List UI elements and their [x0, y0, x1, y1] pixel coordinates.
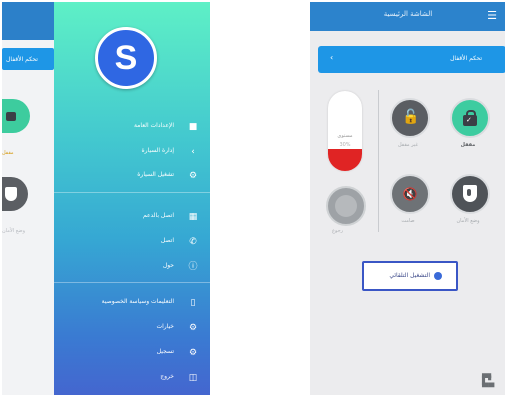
status-dot-icon	[434, 272, 442, 280]
right-phone-screen: الشاشة الرئيسية ☰ تحكم الأقفال ‹ مستوى 3…	[310, 2, 505, 395]
brand-logo-icon: ▄▖ ▌▘ ▀▀	[482, 369, 495, 392]
mute-button[interactable]: 🔇	[390, 174, 430, 214]
behind-lock-label: مقفل	[2, 150, 14, 156]
shield-icon	[462, 185, 478, 203]
lock-control-card[interactable]: تحكم الأقفال ‹	[318, 46, 505, 73]
knob-icon	[335, 195, 357, 217]
volume-fill	[328, 149, 362, 171]
knob-button[interactable]	[326, 186, 366, 226]
knob-label: رجوع	[332, 228, 344, 234]
drawer-menu-label: إدارة السيارة	[141, 147, 174, 154]
chevron-icon: ‹	[330, 53, 334, 62]
volume-value: 30%	[339, 142, 351, 148]
drawer-menu-item[interactable]: اتصل بالدعم ▦	[54, 209, 210, 225]
behind-shield-label: وضع الأمان	[2, 228, 26, 234]
info-icon: ⓘ	[188, 262, 198, 272]
settings-icon: ⚙	[188, 348, 198, 358]
unlock-button[interactable]: 🔓	[390, 98, 430, 138]
car-icon: ‹	[191, 147, 195, 157]
menu-icon[interactable]: ☰	[486, 9, 498, 23]
behind-card-label: تحکم الأقفال	[6, 56, 38, 63]
drawer-menu-label: تسجيل	[156, 348, 174, 355]
home-icon: ■	[188, 122, 198, 132]
settings-icon: ⚙	[188, 323, 198, 333]
unlock-label: غير مقفل	[398, 142, 418, 148]
lock-label: مقفل	[460, 142, 476, 148]
security-mode-label: وضع الأمان	[456, 218, 480, 224]
mute-icon: 🔇	[402, 187, 418, 201]
phone-icon: ✆	[189, 237, 197, 247]
auto-start-label: التشغيل التلقائي	[389, 272, 430, 279]
drawer-menu-item[interactable]: تسجيل ⚙	[54, 345, 210, 361]
drawer-menu-item[interactable]: اتصل ✆	[54, 234, 210, 250]
drawer-menu-label: اتصل بالدعم	[142, 212, 174, 219]
drawer-menu-label: الإعدادات العامة	[133, 122, 174, 129]
drawer-menu-label: خروج	[160, 373, 174, 380]
drawer-menu-item[interactable]: إدارة السيارة ‹	[54, 144, 210, 160]
drawer-menu-label: التعليمات وسياسة الخصوصية	[101, 298, 174, 305]
document-icon: ▯	[190, 298, 196, 308]
navigation-drawer: S الإعدادات العامة ■ إدارة السيارة ‹ تشغيل ا…	[54, 2, 210, 395]
volume-label: مستوى	[337, 133, 353, 139]
drawer-menu: الإعدادات العامة ■ إدارة السيارة ‹ تشغيل الس…	[54, 2, 210, 395]
drawer-divider	[54, 192, 210, 193]
drawer-menu-label: تشغيل السيارة	[137, 171, 174, 178]
behind-topbar	[2, 2, 57, 40]
left-phone-screen: تحکم الأقفال مقفل وضع الأمان S الإعدادات…	[2, 2, 210, 395]
drawer-menu-label: خيارات	[156, 323, 174, 330]
grid-icon: ▦	[188, 212, 198, 222]
drawer-divider	[54, 282, 210, 283]
security-mode-button[interactable]	[450, 174, 490, 214]
auto-start-button[interactable]: التشغيل التلقائي	[362, 261, 458, 291]
drawer-menu-item[interactable]: التعليمات وسياسة الخصوصية ▯	[54, 295, 210, 311]
mute-label: صامت	[401, 218, 415, 224]
behind-lock-control-card: تحکم الأقفال	[2, 48, 54, 70]
lock-button[interactable]: ✓	[450, 98, 490, 138]
app-topbar: الشاشة الرئيسية ☰	[310, 2, 505, 31]
drawer-menu-label: حول	[162, 262, 174, 269]
drawer-menu-label: اتصل	[160, 237, 174, 244]
settings-icon: ⚙	[188, 171, 198, 181]
drawer-menu-item[interactable]: خروج ◫	[54, 370, 210, 386]
behind-lock-icon	[2, 99, 30, 133]
behind-shield-icon	[2, 177, 28, 211]
lock-icon: ✓	[462, 110, 478, 126]
drawer-menu-item[interactable]: تشغيل السيارة ⚙	[54, 168, 210, 184]
volume-slider[interactable]: مستوى 30%	[328, 91, 362, 171]
unlock-icon: 🔓	[402, 109, 420, 125]
vertical-divider	[378, 90, 379, 232]
lock-control-label: تحكم الأقفال	[450, 55, 482, 62]
drawer-menu-item[interactable]: الإعدادات العامة ■	[54, 119, 210, 135]
drawer-menu-item[interactable]: حول ⓘ	[54, 259, 210, 275]
exit-icon: ◫	[188, 373, 198, 383]
page-title: الشاشة الرئيسية	[383, 10, 433, 18]
drawer-menu-item[interactable]: خيارات ⚙	[54, 320, 210, 336]
